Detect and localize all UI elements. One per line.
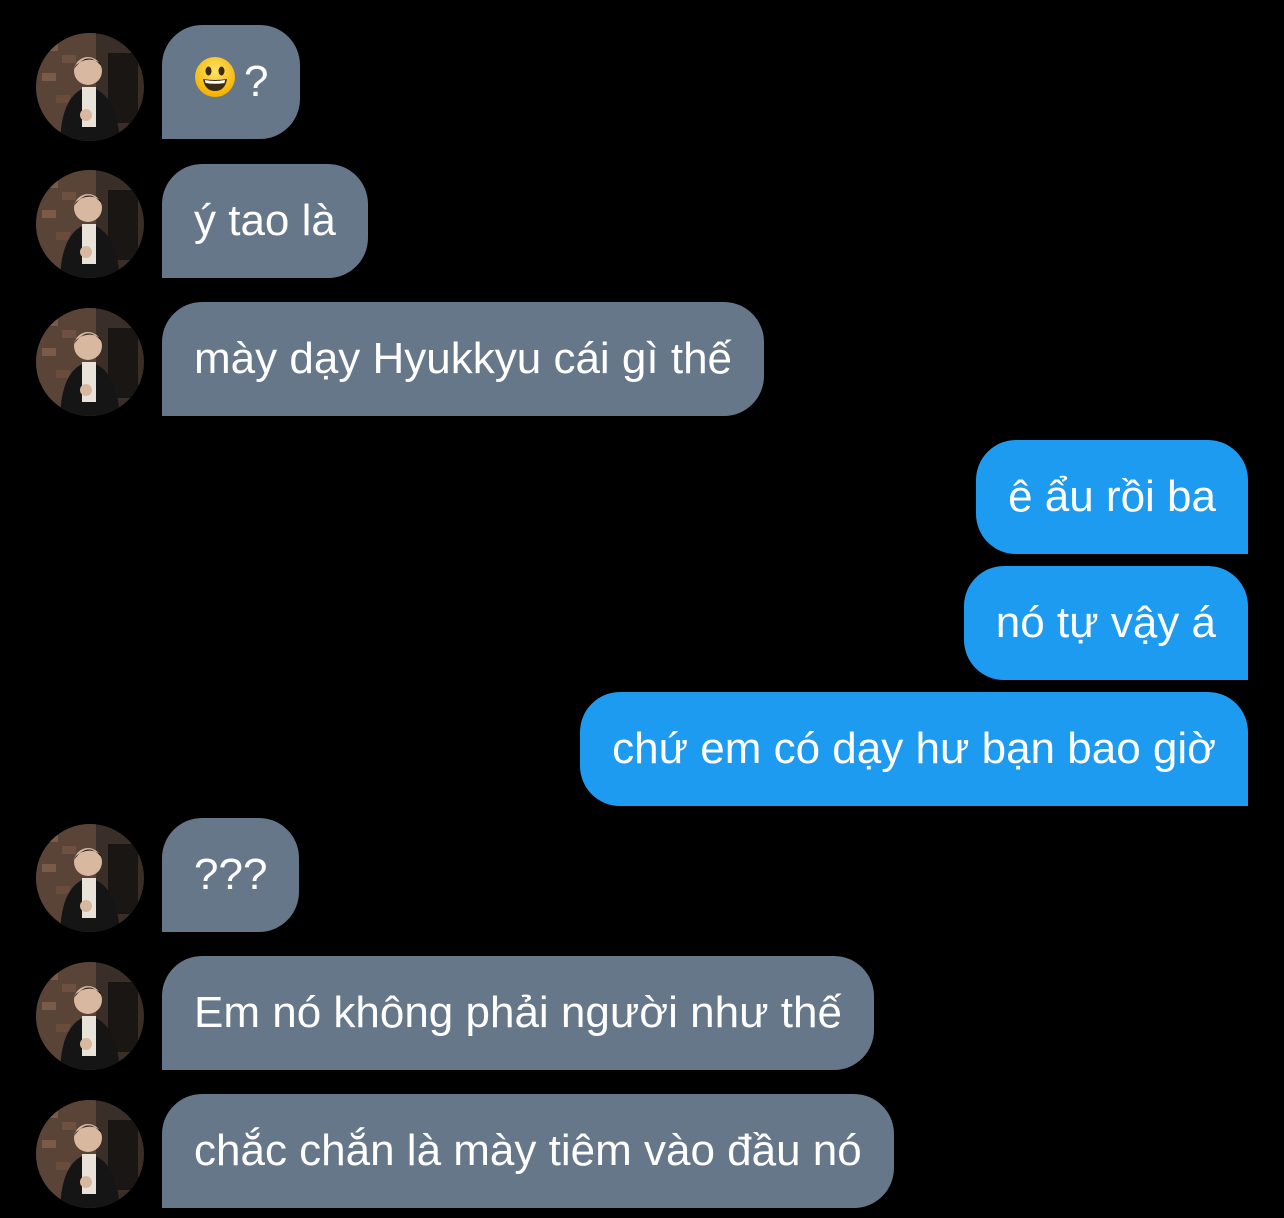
- message-text: nó tự vậy á: [995, 598, 1216, 647]
- outgoing-message-bubble[interactable]: chứ em có dạy hư bạn bao giờ: [580, 692, 1248, 806]
- avatar[interactable]: [36, 170, 144, 278]
- incoming-message-bubble[interactable]: mày dạy Hyukkyu cái gì thế: [162, 302, 765, 416]
- incoming-message-bubble[interactable]: Em nó không phải người như thế: [162, 956, 874, 1070]
- grinning-face-icon: [194, 56, 236, 109]
- incoming-message-bubble[interactable]: ?: [162, 25, 301, 139]
- message-text: ý tao là: [194, 196, 336, 245]
- message-text: Em nó không phải người như thế: [194, 988, 842, 1037]
- message-text: ?: [244, 57, 269, 106]
- avatar[interactable]: [36, 308, 144, 416]
- message-text: ê ẩu rồi ba: [1008, 472, 1216, 521]
- incoming-message-bubble[interactable]: ý tao là: [162, 164, 368, 278]
- incoming-message-bubble[interactable]: ???: [162, 818, 300, 932]
- message-text: mày dạy Hyukkyu cái gì thế: [194, 334, 733, 383]
- avatar[interactable]: [36, 962, 144, 1070]
- outgoing-message-bubble[interactable]: ê ẩu rồi ba: [976, 440, 1248, 554]
- avatar[interactable]: [36, 33, 144, 141]
- message-text: chứ em có dạy hư bạn bao giờ: [612, 724, 1216, 773]
- message-text: chắc chắn là mày tiêm vào đầu nó: [194, 1126, 862, 1175]
- incoming-message-bubble[interactable]: chắc chắn là mày tiêm vào đầu nó: [162, 1094, 894, 1208]
- avatar[interactable]: [36, 824, 144, 932]
- outgoing-message-bubble[interactable]: nó tự vậy á: [963, 566, 1248, 680]
- avatar[interactable]: [36, 1100, 144, 1208]
- message-text: ???: [194, 850, 268, 899]
